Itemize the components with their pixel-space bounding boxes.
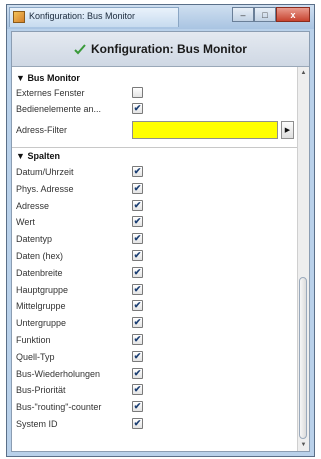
column-row: Wert ✔ <box>12 214 297 230</box>
controls-label: Bedienelemente an... <box>16 104 102 114</box>
column-checkbox[interactable]: ✔ <box>132 334 143 345</box>
column-row: Datentyp ✔ <box>12 231 297 247</box>
section-divider <box>12 147 297 148</box>
column-checkbox[interactable]: ✔ <box>132 199 143 211</box>
column-row: Quell-Typ ✔ <box>12 349 297 365</box>
app-icon <box>13 11 25 23</box>
column-label: Datum/Uhrzeit <box>16 167 74 177</box>
column-checkbox[interactable]: ✔ <box>132 216 143 228</box>
column-row: Bus-"routing"-counter ✔ <box>12 399 297 415</box>
column-label: Bus-Wiederholungen <box>16 368 101 379</box>
column-row: Phys. Adresse ✔ <box>12 181 297 197</box>
vertical-scrollbar[interactable]: ▲ ▼ <box>297 67 309 451</box>
column-checkbox[interactable]: ✔ <box>132 166 143 177</box>
dialog-title: Konfiguration: Bus Monitor <box>91 42 247 56</box>
column-label: Funktion <box>16 335 51 345</box>
column-label: Wert <box>16 217 35 228</box>
column-row: Mittelgruppe ✔ <box>12 298 297 314</box>
maximize-button[interactable]: □ <box>254 7 276 22</box>
address-filter-input[interactable] <box>132 121 278 139</box>
minimize-button[interactable]: – <box>232 7 254 22</box>
column-row: Hauptgruppe ✔ <box>12 282 297 298</box>
column-label: Bus-"routing"-counter <box>16 402 102 413</box>
collapse-triangle-icon: ▼ <box>16 73 25 83</box>
column-label: Adresse <box>16 200 50 211</box>
controls-checkbox[interactable]: ✔ <box>132 103 143 114</box>
column-checkbox[interactable]: ✔ <box>132 233 143 245</box>
column-checkbox[interactable]: ✔ <box>132 266 143 278</box>
column-checkbox[interactable]: ✔ <box>132 250 143 261</box>
column-checkbox[interactable]: ✔ <box>132 367 143 379</box>
close-button[interactable]: x <box>276 7 310 22</box>
column-label: Bus-Priorität <box>16 385 66 396</box>
settings-panel: ▼ Bus Monitor Externes Fenster Bedienele… <box>12 67 297 451</box>
section-header-columns[interactable]: ▼ Spalten <box>16 151 60 163</box>
row-controls: Bedienelemente an... ✔ <box>12 101 297 117</box>
column-label: Untergruppe <box>16 318 67 329</box>
column-row: Datenbreite ✔ <box>12 265 297 281</box>
column-label: Datentyp <box>16 234 53 245</box>
column-checkbox[interactable]: ✔ <box>132 300 143 312</box>
column-row: Bus-Wiederholungen ✔ <box>12 366 297 382</box>
collapse-triangle-icon: ▼ <box>16 151 25 161</box>
address-filter-label: Adress-Filter <box>16 125 68 135</box>
column-label: Daten (hex) <box>16 251 64 261</box>
column-label: Quell-Typ <box>16 351 55 362</box>
column-row: Bus-Priorität ✔ <box>12 382 297 398</box>
dialog-header: Konfiguration: Bus Monitor <box>12 32 309 67</box>
column-checkbox[interactable]: ✔ <box>132 384 143 396</box>
scroll-down-icon[interactable]: ▼ <box>298 440 309 450</box>
column-label: Datenbreite <box>16 267 63 278</box>
section-label: Bus Monitor <box>27 73 80 83</box>
window-controls: – □ x <box>232 7 310 23</box>
column-checkbox[interactable]: ✔ <box>132 182 143 194</box>
scroll-up-icon[interactable]: ▲ <box>298 68 309 78</box>
column-label: Phys. Adresse <box>16 183 74 194</box>
row-address-filter: Adress-Filter ▶ <box>12 121 297 141</box>
window-title: Konfiguration: Bus Monitor <box>29 11 136 21</box>
column-label: Hauptgruppe <box>16 284 69 295</box>
apply-filter-button[interactable]: ▶ <box>281 121 294 139</box>
section-label: Spalten <box>27 151 60 161</box>
config-icon <box>74 44 86 55</box>
column-checkbox[interactable]: ✔ <box>132 317 143 329</box>
column-row: Untergruppe ✔ <box>12 315 297 331</box>
column-row: Funktion ✔ <box>12 332 297 348</box>
config-window: Konfiguration: Bus Monitor – □ x Konfigu… <box>6 4 315 457</box>
column-label: Mittelgruppe <box>16 301 66 312</box>
column-row: Datum/Uhrzeit ✔ <box>12 164 297 180</box>
external-window-checkbox[interactable] <box>132 87 143 98</box>
section-header-bus-monitor[interactable]: ▼ Bus Monitor <box>16 73 80 85</box>
external-window-label: Externes Fenster <box>16 88 85 98</box>
client-area: Konfiguration: Bus Monitor ▼ Bus Monitor… <box>11 31 310 452</box>
column-row: Adresse ✔ <box>12 198 297 214</box>
column-checkbox[interactable]: ✔ <box>132 418 143 429</box>
column-row: Daten (hex) ✔ <box>12 248 297 264</box>
column-checkbox[interactable]: ✔ <box>132 283 143 295</box>
scroll-thumb[interactable] <box>299 277 307 439</box>
play-arrow-icon: ▶ <box>284 127 291 134</box>
row-external-window: Externes Fenster <box>12 85 297 101</box>
column-checkbox[interactable]: ✔ <box>132 350 143 362</box>
title-bar[interactable]: Konfiguration: Bus Monitor – □ x <box>7 5 314 29</box>
column-label: System ID <box>16 419 58 429</box>
column-checkbox[interactable]: ✔ <box>132 401 143 413</box>
column-row: System ID ✔ <box>12 416 297 432</box>
